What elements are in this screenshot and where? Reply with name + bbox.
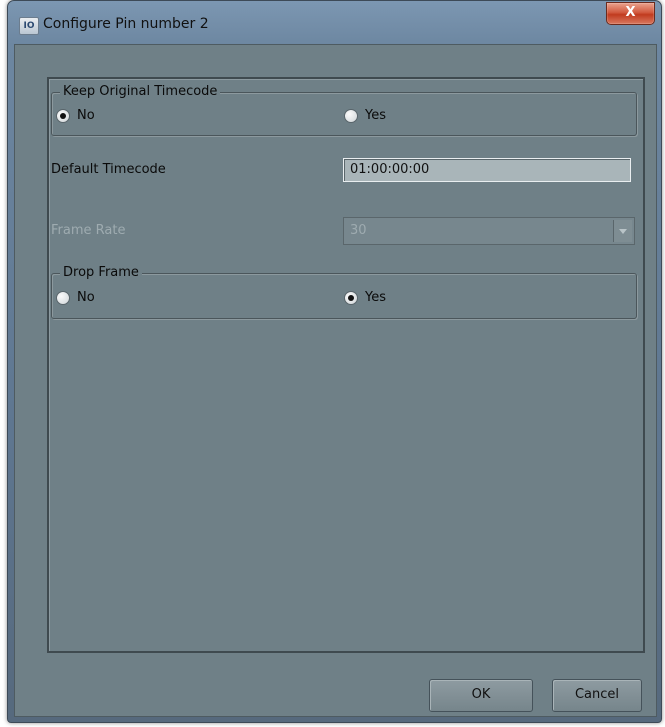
frame-rate-value: 30 [350,223,367,238]
chevron-down-icon[interactable] [613,220,632,242]
window-title: Configure Pin number 2 [43,16,209,32]
keep-original-timecode-label: Keep Original Timecode [60,84,221,99]
close-button[interactable]: X [606,2,655,25]
drop-frame-yes-radio[interactable]: Yes [344,290,386,305]
drop-frame-yes-label: Yes [365,290,386,305]
drop-frame-label: Drop Frame [60,265,142,280]
app-icon: IO [19,17,39,35]
drop-frame-no-label: No [77,290,95,305]
keep-timecode-yes-label: Yes [365,108,386,123]
radio-checked-icon [344,290,358,305]
title-bar[interactable]: IO Configure Pin number 2 X [8,1,661,43]
dialog-client-area: Keep Original Timecode No Yes Default Ti… [14,44,657,717]
default-timecode-input[interactable]: 01:00:00:00 [343,158,631,182]
dialog-window: IO Configure Pin number 2 X Keep Origina… [7,0,662,723]
keep-timecode-yes-radio[interactable]: Yes [344,108,386,123]
radio-unchecked-icon [56,290,70,305]
frame-rate-label: Frame Rate [51,223,126,238]
keep-original-timecode-group: Keep Original Timecode No Yes [51,84,637,136]
keep-timecode-no-radio[interactable]: No [56,108,95,123]
keep-timecode-no-label: No [77,108,95,123]
frame-rate-select[interactable]: 30 [343,217,635,245]
ok-button[interactable]: OK [429,679,533,712]
close-icon: X [625,5,636,20]
cancel-button[interactable]: Cancel [552,679,642,712]
drop-frame-no-radio[interactable]: No [56,290,95,305]
drop-frame-group: Drop Frame No Yes [51,265,637,319]
radio-unchecked-icon [344,108,358,123]
default-timecode-label: Default Timecode [51,162,166,177]
radio-checked-icon [56,108,70,123]
